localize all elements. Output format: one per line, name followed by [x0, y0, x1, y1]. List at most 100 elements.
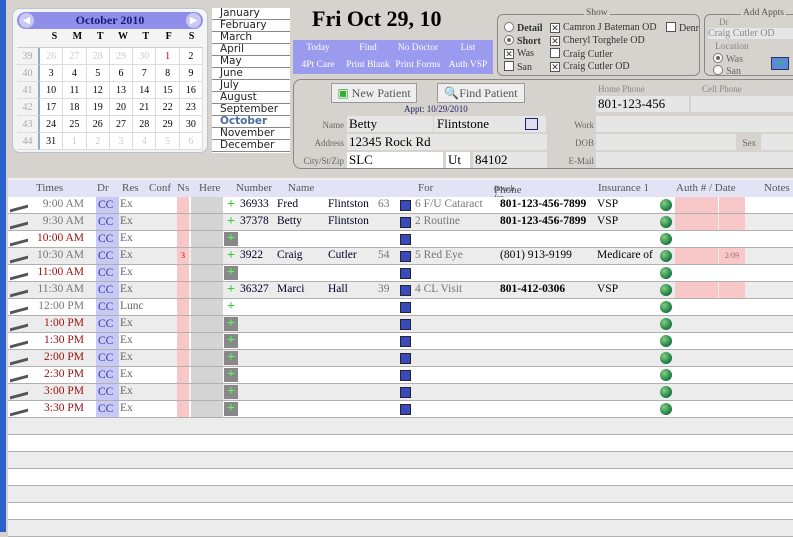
toolbar-no-doctor[interactable]: No Doctor — [393, 40, 443, 57]
first-name-cell[interactable]: Marci — [277, 283, 304, 295]
table-row[interactable]: 11:30 AM CC Ex +36327 Marci Hall 39 4 CL Visit 8… — [8, 282, 793, 299]
phone-icon[interactable] — [10, 300, 28, 315]
here-cell[interactable] — [191, 231, 223, 247]
phone-icon[interactable] — [10, 283, 28, 298]
calendar-day[interactable]: 6 — [179, 133, 203, 150]
add-plus-icon[interactable]: + — [224, 334, 238, 348]
number-cell[interactable]: 36327 — [240, 283, 269, 295]
dr-cell[interactable]: CC — [96, 350, 119, 366]
calendar-day[interactable]: 16 — [179, 82, 203, 99]
globe-icon[interactable] — [660, 403, 672, 415]
add-plus-icon[interactable]: + — [224, 232, 238, 246]
add-plus-icon[interactable]: + — [224, 283, 238, 297]
here-cell[interactable] — [191, 316, 223, 332]
dr-cell[interactable]: CC — [96, 265, 119, 281]
add-plus-icon[interactable]: + — [224, 402, 238, 416]
res-cell[interactable]: Ex — [120, 351, 133, 363]
dr-select[interactable]: Craig Cutler OD — [708, 28, 793, 39]
here-cell[interactable] — [191, 367, 223, 383]
phone-icon[interactable] — [10, 232, 28, 247]
calendar-day[interactable]: 8 — [156, 65, 180, 82]
calendar-day[interactable]: 26 — [40, 48, 64, 65]
schedule-icon[interactable] — [400, 370, 411, 381]
ns-cell[interactable] — [177, 299, 189, 315]
res-cell[interactable]: Ex — [120, 402, 133, 414]
calendar-day[interactable]: 27 — [63, 48, 87, 65]
ns-cell[interactable] — [177, 282, 189, 298]
res-cell[interactable]: Ex — [120, 368, 133, 380]
phone-cell[interactable]: 801-412-0306 — [500, 283, 565, 295]
schedule-icon[interactable] — [400, 302, 411, 313]
schedule-icon[interactable] — [400, 268, 411, 279]
calendar-day[interactable]: 26 — [86, 116, 110, 133]
auth-date-cell[interactable] — [719, 214, 745, 230]
state-field[interactable]: Ut — [446, 152, 470, 168]
calendar-day[interactable]: 30 — [133, 48, 157, 65]
add-plus-icon[interactable]: + — [224, 317, 238, 331]
calendar-day[interactable]: 11 — [63, 82, 87, 99]
month-item[interactable]: December — [212, 140, 290, 152]
calendar-day[interactable]: 27 — [109, 116, 134, 133]
phone-icon[interactable] — [10, 402, 28, 417]
calendar-day[interactable]: 13 — [109, 82, 134, 99]
calendar-day[interactable]: 22 — [156, 99, 180, 116]
calendar-day[interactable]: 29 — [109, 48, 134, 65]
city-field[interactable]: SLC — [347, 152, 443, 168]
auth-cell[interactable] — [675, 248, 718, 264]
calendar-day[interactable]: 5 — [86, 65, 110, 82]
res-cell[interactable]: Lunc — [120, 300, 144, 312]
last-name-cell[interactable]: Hall — [328, 283, 348, 295]
schedule-icon[interactable] — [525, 118, 538, 130]
globe-icon[interactable] — [660, 318, 672, 330]
here-cell[interactable] — [191, 299, 223, 315]
calendar-day[interactable]: 2 — [179, 48, 203, 65]
dob-field[interactable] — [596, 134, 736, 150]
san-checkbox[interactable]: San — [504, 61, 532, 73]
add-plus-icon[interactable]: + — [224, 266, 238, 280]
auth-cell[interactable] — [675, 197, 718, 213]
table-row[interactable]: 3:30 PM CC Ex + — [8, 401, 793, 418]
auth-date-cell[interactable] — [719, 282, 745, 298]
phone-icon[interactable] — [10, 351, 28, 366]
email-field[interactable] — [596, 152, 793, 168]
ns-cell[interactable] — [177, 384, 189, 400]
globe-icon[interactable] — [660, 216, 672, 228]
res-cell[interactable]: Ex — [120, 198, 133, 210]
calendar-day[interactable]: 5 — [156, 133, 180, 150]
toolbar-find[interactable]: Find — [343, 40, 393, 57]
calendar-day[interactable]: 20 — [109, 99, 134, 116]
dr-cell[interactable]: CC — [96, 367, 119, 383]
phone-icon[interactable] — [10, 266, 28, 281]
calendar-day[interactable]: 4 — [63, 65, 87, 82]
here-cell[interactable] — [191, 265, 223, 281]
table-row[interactable]: 3:00 PM CC Ex + — [8, 384, 793, 401]
schedule-icon[interactable] — [400, 404, 411, 415]
ns-cell[interactable] — [177, 316, 189, 332]
doctor-checkbox[interactable]: ✕ Cheryl Torghele OD — [550, 35, 645, 46]
work-field[interactable] — [596, 116, 793, 132]
phone-cell[interactable]: (801) 913-9199 — [500, 249, 572, 261]
dr-cell[interactable]: CC — [96, 299, 119, 315]
auth-cell[interactable] — [675, 282, 718, 298]
schedule-icon[interactable] — [400, 200, 411, 211]
schedule-icon[interactable] — [400, 251, 411, 262]
globe-icon[interactable] — [660, 284, 672, 296]
cell-phone-field[interactable] — [691, 96, 793, 112]
dr-cell[interactable]: CC — [96, 214, 119, 230]
table-row[interactable]: 1:00 PM CC Ex + — [8, 316, 793, 333]
ns-cell[interactable] — [177, 197, 189, 213]
res-cell[interactable]: Ex — [120, 385, 133, 397]
auth-cell[interactable] — [675, 214, 718, 230]
auth-date-cell[interactable] — [719, 197, 745, 213]
res-cell[interactable]: Ex — [120, 283, 133, 295]
table-row[interactable]: 1:30 PM CC Ex + — [8, 333, 793, 350]
ns-cell[interactable] — [177, 350, 189, 366]
globe-icon[interactable] — [660, 369, 672, 381]
find-patient-button[interactable]: 🔍Find Patient — [437, 83, 525, 103]
phone-icon[interactable] — [10, 198, 28, 213]
globe-icon[interactable] — [660, 199, 672, 211]
calendar-day[interactable]: 2 — [86, 133, 110, 150]
phone-icon[interactable] — [10, 317, 28, 332]
ns-cell[interactable] — [177, 214, 189, 230]
first-name-cell[interactable]: Craig — [277, 249, 303, 261]
